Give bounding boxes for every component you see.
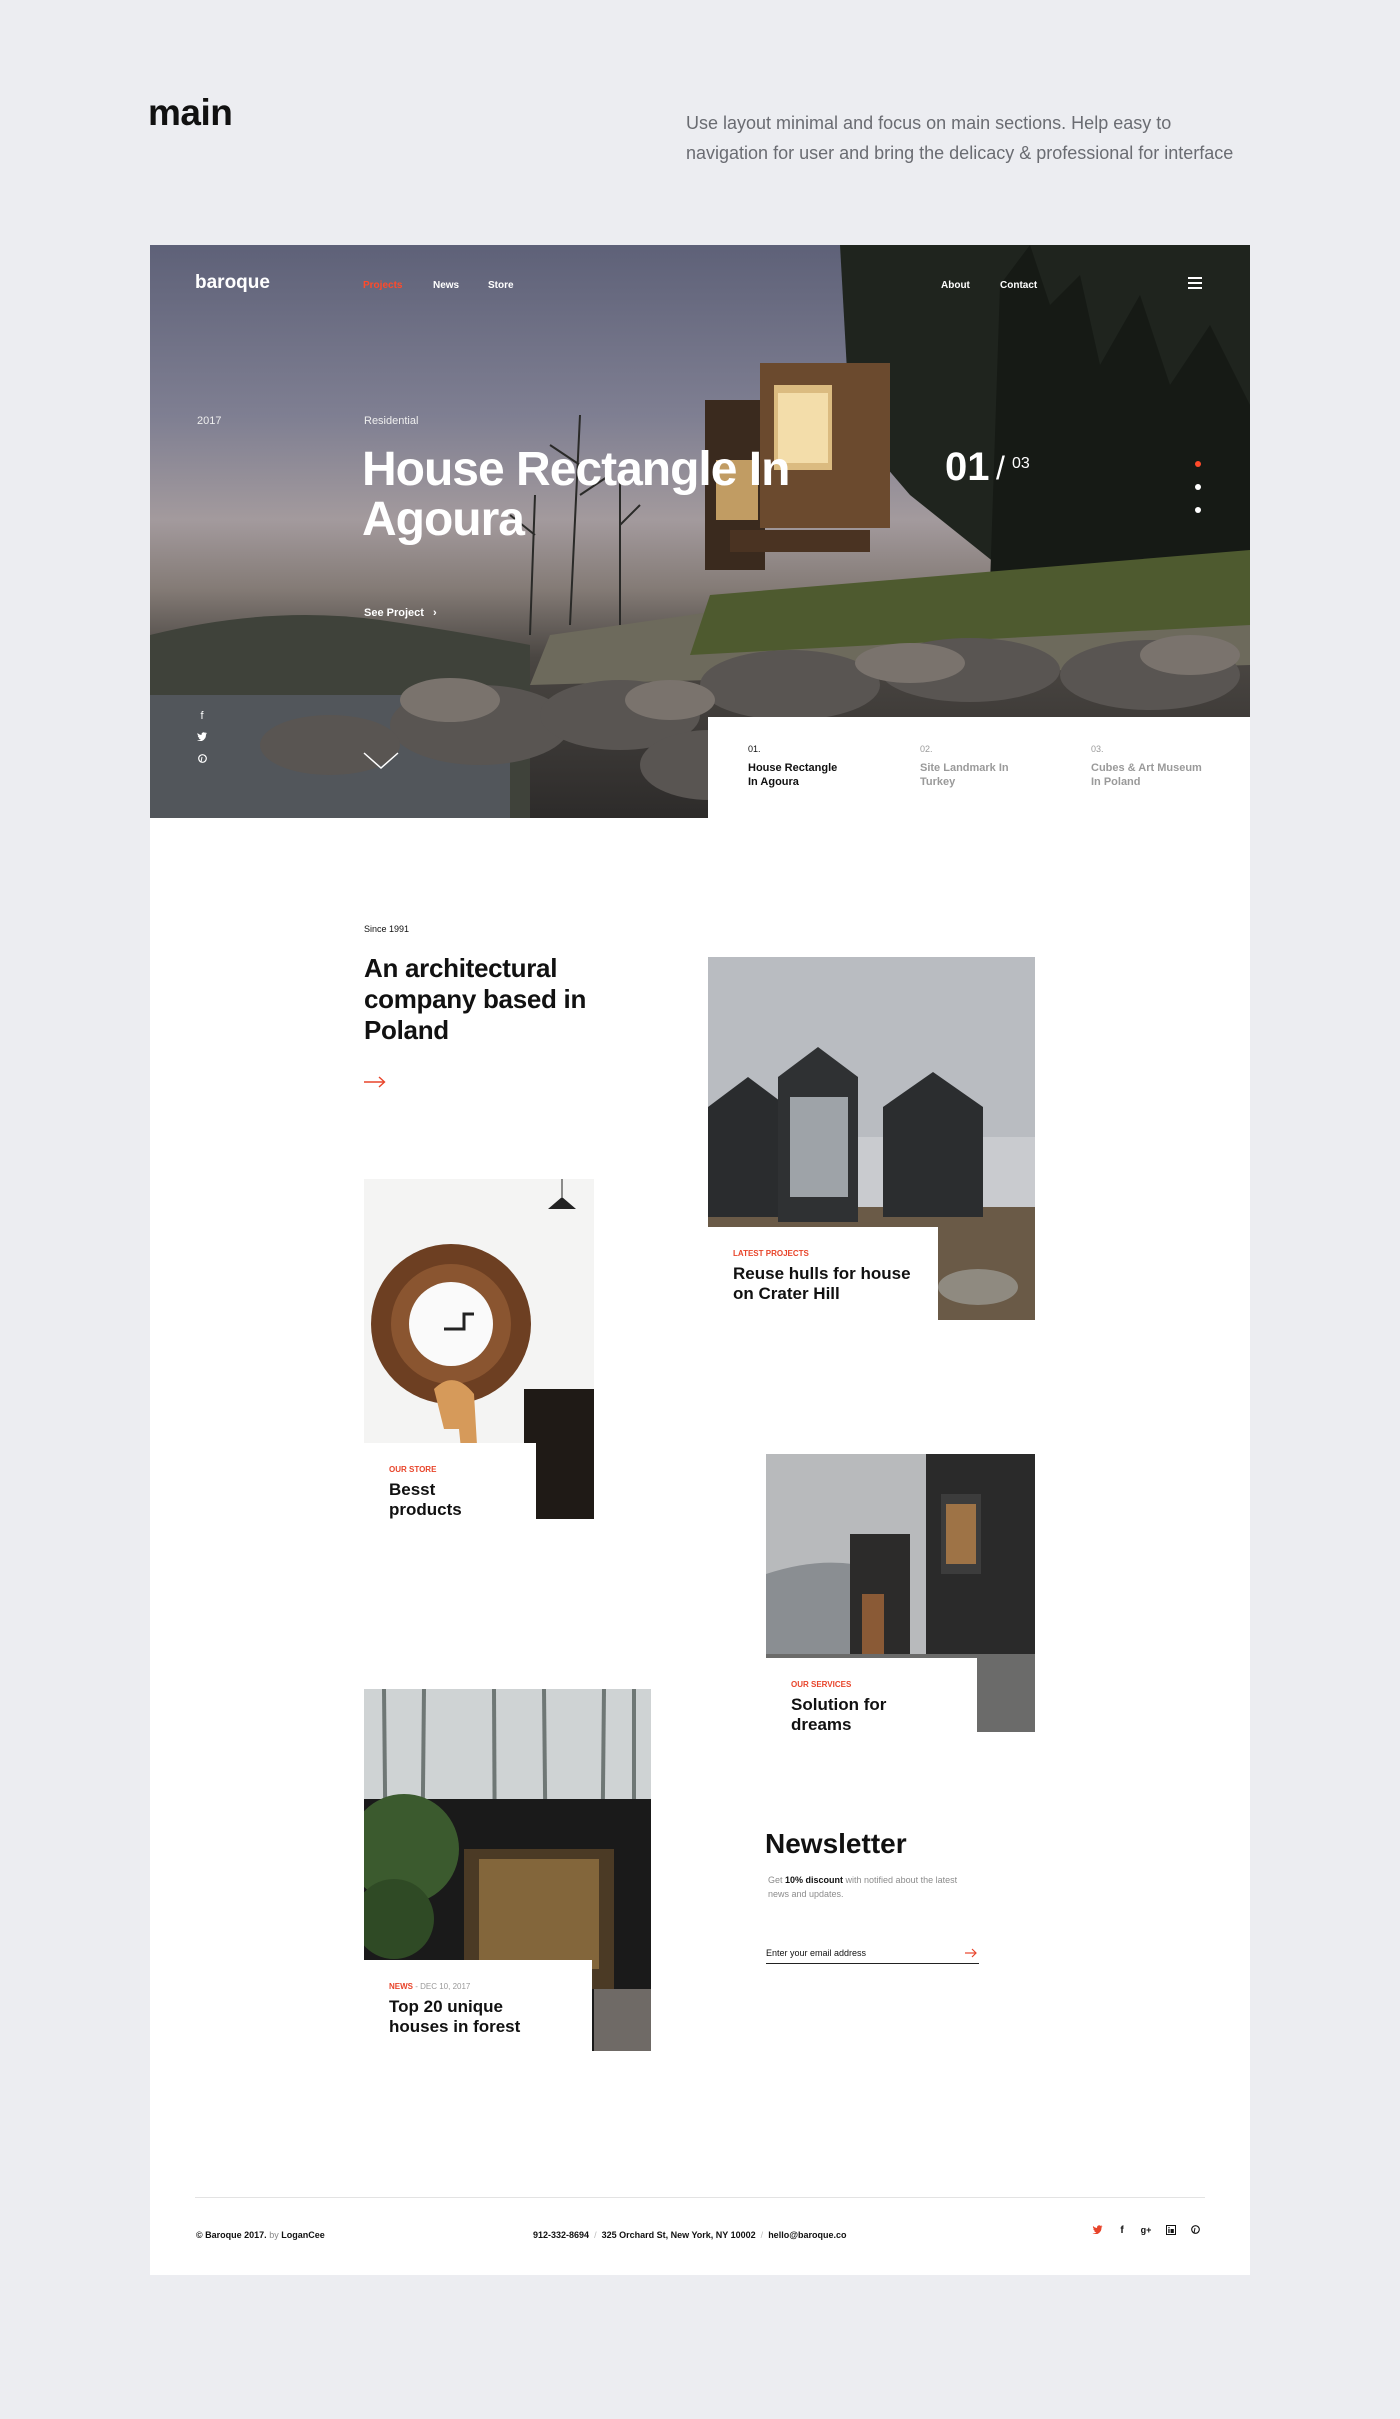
- site-logo[interactable]: baroque: [195, 272, 270, 294]
- card-title: Solution for dreams: [791, 1695, 887, 1732]
- footer-copyright: © Baroque 2017. by LoganCee: [196, 2230, 325, 2240]
- page-description: Use layout minimal and focus on main sec…: [686, 113, 1234, 163]
- copyright-author[interactable]: LoganCee: [281, 2230, 325, 2240]
- slides-panel: 01. House Rectangle In Agoura 02. Site L…: [708, 717, 1250, 818]
- newsletter-discount: 10% discount: [785, 1875, 844, 1885]
- website-frame: baroque Projects News Store About Contac…: [150, 245, 1250, 2275]
- page-heading: main: [148, 92, 233, 133]
- chevron-right-icon: ›: [432, 607, 437, 619]
- newsletter-title: Newsletter: [765, 1828, 907, 1859]
- footer-separator: /: [760, 2230, 764, 2240]
- newsletter-submit-arrow-icon[interactable]: [965, 1948, 977, 1958]
- slide-item-number: 02.: [920, 744, 933, 754]
- newsletter-email-input[interactable]: [766, 1942, 979, 1964]
- footer-contacts: 912-332-8694 / 325 Orchard St, New York, N…: [533, 2230, 846, 2240]
- hero-socials: f: [196, 710, 208, 776]
- footer-email[interactable]: hello@baroque.co: [768, 2230, 846, 2240]
- see-project-label: See Project: [364, 607, 424, 619]
- slide-item-1[interactable]: 01. House Rectangle In Agoura: [748, 744, 898, 789]
- services-caption: OUR SERVICES Solution for dreams: [766, 1658, 977, 1732]
- news-tag-label: NEWS: [389, 1982, 413, 1991]
- copyright-by: by: [269, 2230, 279, 2240]
- slide-item-3[interactable]: 03. Cubes & Art Museum In Poland: [1091, 744, 1241, 789]
- slide-item-name: Site Landmark In Turkey: [920, 762, 1009, 788]
- slide-item-name: House Rectangle In Agoura: [748, 762, 838, 788]
- newsletter-text-prefix: Get: [768, 1875, 786, 1885]
- nav-item-store[interactable]: Store: [488, 280, 514, 291]
- slide-dots: [1195, 461, 1201, 530]
- store-caption: OUR STORE Besst products: [364, 1443, 536, 1519]
- card-tag: OUR STORE: [389, 1465, 437, 1474]
- slide-total-number: 03: [1012, 455, 1030, 472]
- pinterest-icon[interactable]: [1188, 2225, 1202, 2237]
- card-tag: NEWS - DEC 10, 2017: [389, 1982, 566, 1991]
- twitter-icon[interactable]: [1090, 2225, 1104, 2237]
- pinterest-icon[interactable]: [196, 754, 208, 766]
- news-caption: NEWS - DEC 10, 2017 Top 20 unique houses…: [364, 1960, 592, 2051]
- slide-item-number: 01.: [748, 744, 761, 754]
- card-tag: LATEST PROJECTS: [733, 1249, 809, 1258]
- hero-title: House Rectangle In Agoura: [362, 443, 790, 546]
- news-date: - DEC 10, 2017: [415, 1982, 471, 1991]
- project-category: Residential: [364, 415, 419, 427]
- footer-separator: /: [594, 2230, 597, 2240]
- slide-item-number: 03.: [1091, 744, 1104, 754]
- slide-current-number: 01: [945, 445, 990, 489]
- nav-item-news[interactable]: News: [433, 280, 459, 291]
- slide-dot-2[interactable]: [1195, 484, 1201, 490]
- newsletter-text: Get 10% discount with notified about the…: [768, 1873, 968, 1901]
- project-year: 2017: [197, 415, 222, 427]
- google-plus-icon[interactable]: g+: [1139, 2225, 1153, 2235]
- latest-projects-caption: LATEST PROJECTS Reuse hulls for house on…: [708, 1227, 938, 1320]
- twitter-icon[interactable]: [196, 732, 208, 744]
- about-title: An architectural company based in Poland: [364, 953, 587, 1045]
- facebook-icon[interactable]: f: [1115, 2225, 1129, 2236]
- nav-item-projects[interactable]: Projects: [363, 280, 402, 291]
- linkedin-icon[interactable]: [1164, 2225, 1178, 2238]
- facebook-icon[interactable]: f: [196, 710, 208, 722]
- copyright-text: © Baroque 2017.: [196, 2230, 267, 2240]
- footer-divider: [195, 2197, 1205, 2198]
- nav-item-contact[interactable]: Contact: [1000, 280, 1037, 291]
- nav-item-about[interactable]: About: [941, 280, 970, 291]
- footer-phone[interactable]: 912-332-8694: [533, 2230, 589, 2240]
- slide-dot-3[interactable]: [1195, 507, 1201, 513]
- card-our-store[interactable]: OUR STORE Besst products: [364, 1179, 594, 1519]
- slide-item-name: Cubes & Art Museum In Poland: [1091, 762, 1202, 788]
- slide-dot-1[interactable]: [1195, 461, 1201, 467]
- card-news[interactable]: NEWS - DEC 10, 2017 Top 20 unique houses…: [364, 1689, 651, 2051]
- since-label: Since 1991: [364, 924, 410, 934]
- hamburger-menu-icon[interactable]: [1188, 277, 1202, 289]
- card-title: Besst products: [389, 1480, 462, 1519]
- card-title: Top 20 unique houses in forest: [389, 1997, 521, 2036]
- card-tag: OUR SERVICES: [791, 1680, 852, 1689]
- slide-item-2[interactable]: 02. Site Landmark In Turkey: [920, 744, 1070, 789]
- hero-section: baroque Projects News Store About Contac…: [150, 245, 1250, 818]
- footer-address: 325 Orchard St, New York, NY 10002: [601, 2230, 756, 2240]
- slide-separator: /: [996, 450, 1005, 486]
- card-latest-projects[interactable]: LATEST PROJECTS Reuse hulls for house on…: [708, 957, 1035, 1320]
- arrow-right-icon[interactable]: [364, 1076, 386, 1088]
- see-project-link[interactable]: See Project ›: [364, 607, 437, 619]
- card-our-services[interactable]: OUR SERVICES Solution for dreams: [766, 1454, 1035, 1732]
- card-title: Reuse hulls for house on Crater Hill: [733, 1264, 911, 1303]
- scroll-down-chevron-icon[interactable]: [363, 751, 399, 771]
